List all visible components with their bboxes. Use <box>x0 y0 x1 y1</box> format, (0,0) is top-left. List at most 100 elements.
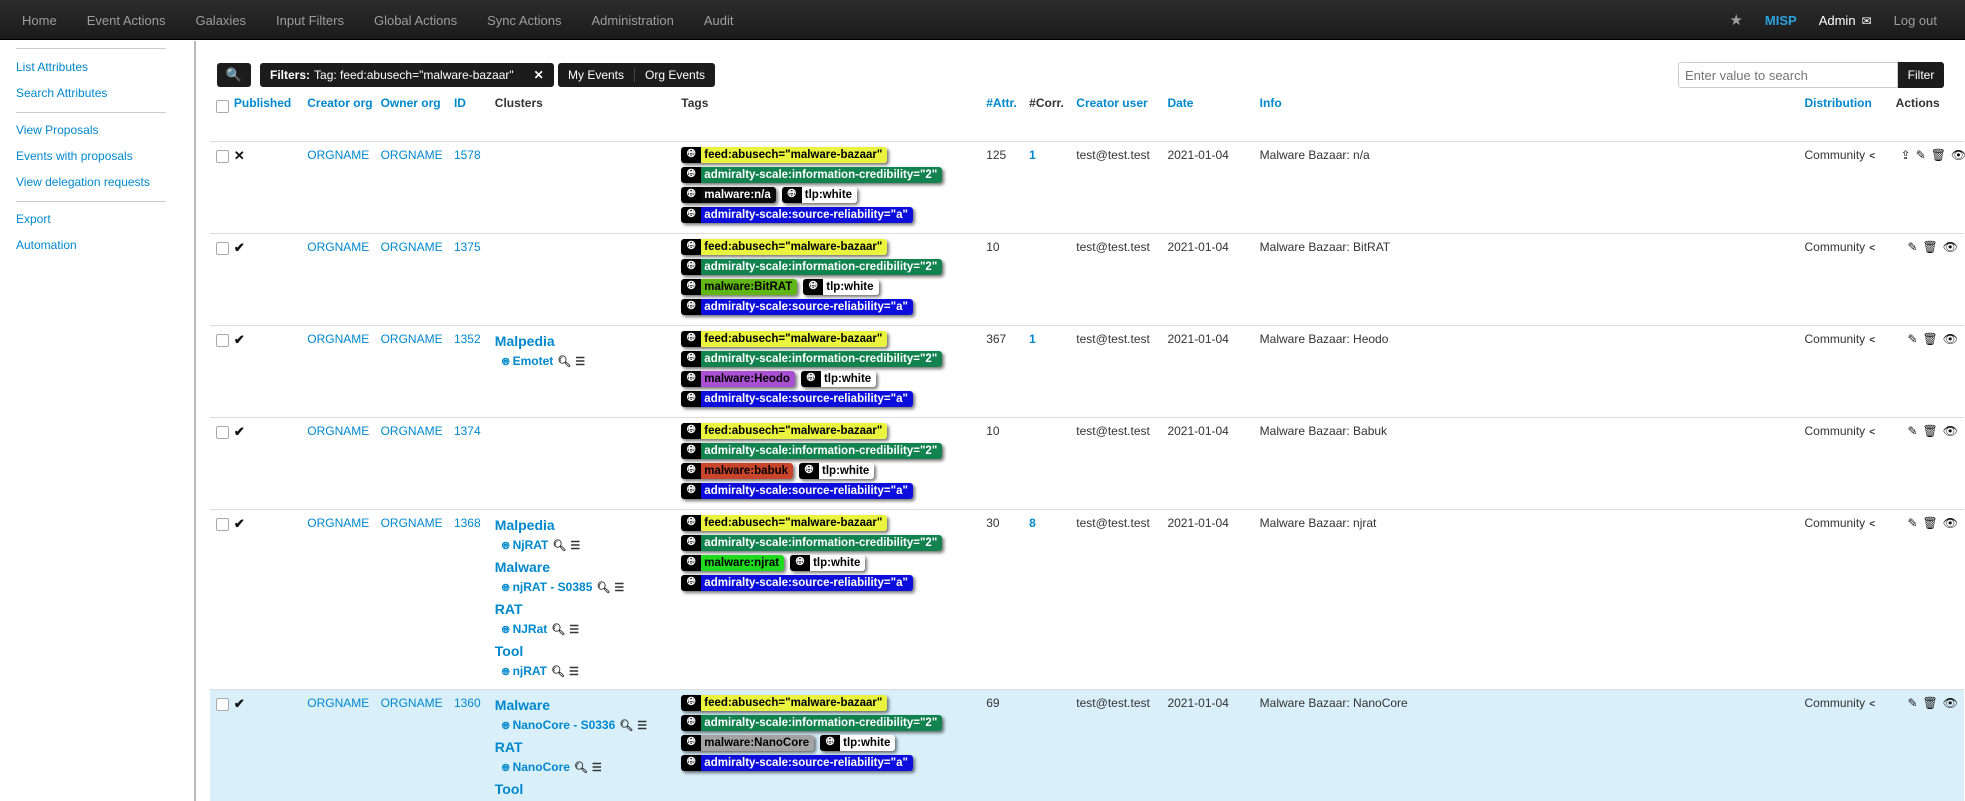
cluster-name-link[interactable]: NjRAT <box>513 538 549 552</box>
tag-source-reliability[interactable]: 🌐︎ admiralty-scale:source-reliability="a" <box>681 482 913 499</box>
tag-information-credibility[interactable]: 🌐︎ admiralty-scale:information-credibilit… <box>681 714 943 731</box>
org-events-button[interactable]: Org Events <box>634 68 715 82</box>
search-icon[interactable]: 🔍︎ <box>574 762 588 774</box>
search-icon[interactable]: 🔍︎ <box>596 582 610 594</box>
tag-source-reliability[interactable]: 🌐︎ admiralty-scale:source-reliability="a" <box>681 574 913 591</box>
list-icon[interactable]: ☰ <box>569 624 579 636</box>
search-icon[interactable]: 🔍︎ <box>557 356 571 368</box>
nav-item-home[interactable]: Home <box>22 13 57 28</box>
sidebar-link-automation[interactable]: Automation <box>16 238 194 252</box>
sidebar-link-search-attributes[interactable]: Search Attributes <box>16 86 194 100</box>
tag-source-reliability[interactable]: 🌐︎ admiralty-scale:source-reliability="a" <box>681 754 913 771</box>
cluster-galaxy-title[interactable]: Tool <box>495 779 674 799</box>
column-header-creator-org[interactable]: Creator org <box>303 91 376 141</box>
cluster-galaxy-title[interactable]: Malware <box>495 557 674 577</box>
trash-icon[interactable]: 🗑︎ <box>1923 516 1938 530</box>
quick-search-input[interactable] <box>1678 62 1898 88</box>
column-header-published[interactable]: Published <box>230 91 303 141</box>
publish-icon[interactable]: ⇪ <box>1901 148 1911 162</box>
eye-icon[interactable]: 👁︎ <box>1943 424 1958 438</box>
table-row[interactable]: ✔ ORGNAME ORGNAME 1352 Malpedia 🌐︎ Emotet 🔍︎ ☰ 🌐… <box>210 324 1964 417</box>
creator-org-link[interactable]: ORGNAME <box>307 696 369 710</box>
cluster-galaxy-title[interactable]: RAT <box>495 737 674 757</box>
list-icon[interactable]: ☰ <box>569 666 579 678</box>
owner-org-link[interactable]: ORGNAME <box>381 240 443 254</box>
cluster-galaxy-title[interactable]: Malware <box>495 695 674 715</box>
trash-icon[interactable]: 🗑︎ <box>1923 696 1938 710</box>
event-id-link[interactable]: 1360 <box>454 696 481 710</box>
row-select-checkbox[interactable] <box>216 517 229 531</box>
cluster-galaxy-title[interactable]: Malpedia <box>495 515 674 535</box>
sidebar-link-export[interactable]: Export <box>16 212 194 226</box>
trash-icon[interactable]: 🗑︎ <box>1923 240 1938 254</box>
tag-feed-malware-bazaar[interactable]: 🌐︎ feed:abusech="malware-bazaar" <box>681 514 888 531</box>
cluster-name-link[interactable]: NanoCore <box>513 760 570 774</box>
filter-button[interactable]: Filter <box>1898 62 1944 88</box>
edit-icon[interactable]: ✎ <box>1907 696 1917 710</box>
cluster-name-link[interactable]: njRAT - S0385 <box>513 580 593 594</box>
tag-feed-malware-bazaar[interactable]: 🌐︎ feed:abusech="malware-bazaar" <box>681 238 888 255</box>
row-select-checkbox[interactable] <box>216 241 229 255</box>
cluster-name-link[interactable]: njRAT <box>513 664 547 678</box>
remove-filter-close-icon[interactable]: ✕ <box>534 68 544 82</box>
trash-icon[interactable]: 🗑︎ <box>1923 424 1938 438</box>
nav-item-event-actions[interactable]: Event Actions <box>87 13 166 28</box>
tag-tlp-white[interactable]: 🌐︎ tlp:white <box>790 554 866 571</box>
creator-org-link[interactable]: ORGNAME <box>307 516 369 530</box>
eye-icon[interactable]: 👁︎ <box>1943 696 1958 710</box>
tag-malware[interactable]: 🌐︎ malware:Heodo <box>681 370 795 387</box>
cluster-galaxy-title[interactable]: Malpedia <box>495 331 674 351</box>
misp-brand-link[interactable]: MISP <box>1765 13 1797 28</box>
tag-malware[interactable]: 🌐︎ malware:n/a <box>681 186 776 203</box>
tag-feed-malware-bazaar[interactable]: 🌐︎ feed:abusech="malware-bazaar" <box>681 330 888 347</box>
search-icon[interactable]: 🔍︎ <box>551 666 565 678</box>
nav-item-audit[interactable]: Audit <box>704 13 734 28</box>
column-header-creator-user[interactable]: Creator user <box>1072 91 1163 141</box>
nav-item-global-actions[interactable]: Global Actions <box>374 13 457 28</box>
tag-source-reliability[interactable]: 🌐︎ admiralty-scale:source-reliability="a" <box>681 390 913 407</box>
tag-information-credibility[interactable]: 🌐︎ admiralty-scale:information-credibilit… <box>681 442 943 459</box>
tag-tlp-white[interactable]: 🌐︎ tlp:white <box>799 462 875 479</box>
cluster-name-link[interactable]: Emotet <box>513 354 554 368</box>
logout-link[interactable]: Log out <box>1894 13 1937 28</box>
edit-icon[interactable]: ✎ <box>1916 148 1926 162</box>
tag-tlp-white[interactable]: 🌐︎ tlp:white <box>820 734 896 751</box>
nav-item-galaxies[interactable]: Galaxies <box>195 13 246 28</box>
correlation-count-link[interactable]: 8 <box>1029 516 1036 530</box>
sidebar-link-view-proposals[interactable]: View Proposals <box>16 123 194 137</box>
eye-icon[interactable]: 👁︎ <box>1943 240 1958 254</box>
edit-icon[interactable]: ✎ <box>1907 332 1917 346</box>
column-header-owner-org[interactable]: Owner org <box>377 91 450 141</box>
search-icon[interactable]: 🔍︎ <box>552 540 566 552</box>
event-id-link[interactable]: 1368 <box>454 516 481 530</box>
event-id-link[interactable]: 1352 <box>454 332 481 346</box>
column-header-info[interactable]: Info <box>1256 91 1801 141</box>
cluster-name-link[interactable]: NanoCore - S0336 <box>513 718 616 732</box>
column-header-distribution[interactable]: Distribution <box>1801 91 1892 141</box>
trash-icon[interactable]: 🗑︎ <box>1923 332 1938 346</box>
table-row[interactable]: ✔ ORGNAME ORGNAME 1360 Malware 🌐︎ NanoCore - … <box>210 688 1964 801</box>
tag-tlp-white[interactable]: 🌐︎ tlp:white <box>803 278 879 295</box>
my-events-button[interactable]: My Events <box>558 68 634 82</box>
nav-item-input-filters[interactable]: Input Filters <box>276 13 344 28</box>
correlation-count-link[interactable]: 1 <box>1029 148 1036 162</box>
list-icon[interactable]: ☰ <box>592 762 602 774</box>
row-select-checkbox[interactable] <box>216 697 229 711</box>
tag-tlp-white[interactable]: 🌐︎ tlp:white <box>781 186 858 203</box>
edit-icon[interactable]: ✎ <box>1907 424 1917 438</box>
column-header-id[interactable]: ID <box>450 91 491 141</box>
star-icon[interactable]: ★ <box>1729 11 1742 29</box>
event-id-link[interactable]: 1578 <box>454 148 481 162</box>
table-row[interactable]: ✕ ORGNAME ORGNAME 1578 🌐︎ feed:abusech="malwa… <box>210 140 1965 233</box>
list-icon[interactable]: ☰ <box>637 720 647 732</box>
nav-item-administration[interactable]: Administration <box>592 13 674 28</box>
cluster-galaxy-title[interactable]: Tool <box>495 641 674 661</box>
eye-icon[interactable]: 👁︎ <box>1943 332 1958 346</box>
row-select-checkbox[interactable] <box>216 425 229 439</box>
tag-tlp-white[interactable]: 🌐︎ tlp:white <box>800 370 877 387</box>
eye-icon[interactable]: 👁︎ <box>1951 148 1965 162</box>
tag-malware[interactable]: 🌐︎ malware:babuk <box>681 462 794 479</box>
tag-information-credibility[interactable]: 🌐︎ admiralty-scale:information-credibilit… <box>681 258 943 275</box>
sidebar-link-view-delegation-requests[interactable]: View delegation requests <box>16 175 194 189</box>
row-select-checkbox[interactable] <box>216 149 229 163</box>
